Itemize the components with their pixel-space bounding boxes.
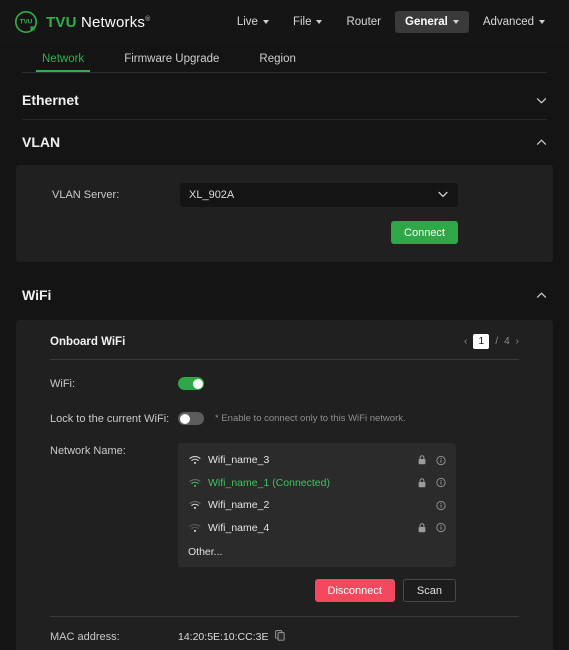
vlan-server-label: VLAN Server: xyxy=(52,189,120,201)
wifi-network-name: Wifi_name_4 xyxy=(208,521,270,534)
wifi-lock-hint: * Enable to connect only to this WiFi ne… xyxy=(215,413,406,424)
wifi-enable-toggle[interactable] xyxy=(178,377,204,390)
network-name-row: Network Name: Wifi_name_3 Wifi_name_1 (C… xyxy=(36,443,533,567)
onboard-wifi-divider xyxy=(50,359,519,360)
chevron-down-icon xyxy=(539,20,545,24)
disconnect-button[interactable]: Disconnect xyxy=(314,579,395,602)
wifi-network-name: Wifi_name_3 xyxy=(208,454,270,467)
wifi-signal-icon xyxy=(188,478,201,488)
chevron-down-icon xyxy=(316,20,323,24)
wifi-lock-row: Lock to the current WiFi: * Enable to co… xyxy=(36,412,533,425)
app-root: TVU TVU Networks® Live File Router Gener… xyxy=(0,0,569,650)
pagination-total-pages: 4 xyxy=(504,336,510,347)
chevron-down-icon xyxy=(437,188,449,203)
brand-name-primary: TVU xyxy=(46,13,77,31)
section-title-wifi: WiFi xyxy=(22,287,52,303)
vlan-server-row: VLAN Server: XL_902A xyxy=(16,183,553,207)
chevron-down-icon[interactable] xyxy=(535,94,547,106)
mac-address-row: MAC address: 14:20:5E:10:CC:3E xyxy=(36,630,533,644)
vlan-server-select[interactable]: XL_902A xyxy=(180,183,458,207)
mac-address-label: MAC address: xyxy=(50,631,120,643)
info-icon[interactable] xyxy=(436,522,446,534)
brand-trademark: ® xyxy=(145,15,151,23)
tab-network-label: Network xyxy=(42,53,85,65)
wifi-lock-label: Lock to the current WiFi: xyxy=(50,412,170,425)
section-title-ethernet: Ethernet xyxy=(22,92,79,108)
pagination-separator: / xyxy=(495,336,499,347)
wifi-network-item[interactable]: Wifi_name_1 (Connected) xyxy=(178,472,456,495)
info-icon[interactable] xyxy=(436,499,446,511)
lock-icon xyxy=(417,454,427,466)
wifi-network-item[interactable]: Wifi_name_4 xyxy=(178,517,456,540)
onboard-wifi-card: Onboard WiFi ‹ 1 / 4 › WiFi: Lock to the… xyxy=(16,320,553,650)
wifi-network-item[interactable]: Wifi_name_3 xyxy=(178,449,456,472)
lock-icon xyxy=(417,522,427,534)
pagination-current-page[interactable]: 1 xyxy=(473,334,490,349)
onboard-wifi-header: Onboard WiFi ‹ 1 / 4 › xyxy=(36,334,533,349)
nav-item-router-label: Router xyxy=(346,16,382,28)
vlan-card: VLAN Server: XL_902A Connect xyxy=(16,165,553,262)
nav-item-general[interactable]: General xyxy=(395,11,469,33)
section-header-wifi[interactable]: WiFi xyxy=(0,276,569,314)
wifi-pagination: ‹ 1 / 4 › xyxy=(464,334,519,349)
brand-logo[interactable]: TVU TVU Networks® xyxy=(14,10,150,34)
wifi-lock-toggle[interactable] xyxy=(178,412,204,425)
brand-name-secondary: Networks xyxy=(80,13,146,31)
wifi-network-name: Wifi_name_1 (Connected) xyxy=(208,476,330,489)
pagination-prev-icon[interactable]: ‹ xyxy=(464,336,467,347)
svg-text:TVU: TVU xyxy=(20,18,33,25)
scan-button[interactable]: Scan xyxy=(402,579,456,602)
wifi-signal-icon xyxy=(188,455,201,465)
wifi-signal-icon xyxy=(188,500,201,510)
mac-address-value: 14:20:5E:10:CC:3E xyxy=(178,631,269,643)
nav-item-live-label: Live xyxy=(236,16,258,28)
nav-item-general-label: General xyxy=(405,16,448,28)
copy-icon[interactable] xyxy=(275,630,286,644)
onboard-wifi-title: Onboard WiFi xyxy=(50,335,126,348)
nav-item-router[interactable]: Router xyxy=(336,11,391,33)
wifi-signal-icon xyxy=(188,523,201,533)
nav-item-advanced-label: Advanced xyxy=(482,16,534,28)
wifi-actions-row: Disconnect Scan xyxy=(36,579,533,602)
section-title-vlan: VLAN xyxy=(22,134,61,150)
lock-icon xyxy=(417,477,427,489)
pagination-next-icon[interactable]: › xyxy=(516,336,519,347)
chevron-down-icon xyxy=(262,20,269,24)
wifi-network-list[interactable]: Wifi_name_3 Wifi_name_1 (Connected) Wifi… xyxy=(178,443,456,567)
info-icon[interactable] xyxy=(436,454,446,466)
nav-item-live[interactable]: Live xyxy=(227,11,279,33)
tab-region[interactable]: Region xyxy=(239,53,315,72)
top-nav-items: Live File Router General Advanced xyxy=(227,11,555,33)
chevron-up-icon[interactable] xyxy=(535,136,547,148)
wifi-network-name: Wifi_name_2 xyxy=(208,499,270,512)
tab-firmware-upgrade[interactable]: Firmware Upgrade xyxy=(104,53,239,72)
wifi-network-other-label: Other... xyxy=(188,545,223,558)
mac-address-value-group: 14:20:5E:10:CC:3E xyxy=(178,630,286,644)
connect-button[interactable]: Connect xyxy=(391,221,458,244)
wifi-enable-label: WiFi: xyxy=(50,377,76,390)
wifi-network-item[interactable]: Wifi_name_2 xyxy=(178,494,456,517)
tab-firmware-upgrade-label: Firmware Upgrade xyxy=(124,53,220,65)
nav-item-file-label: File xyxy=(292,16,312,28)
tab-region-label: Region xyxy=(259,53,296,65)
vlan-server-value: XL_902A xyxy=(189,189,235,201)
top-navigation-bar: TVU TVU Networks® Live File Router Gener… xyxy=(0,0,569,44)
sub-tab-bar: Network Firmware Upgrade Region xyxy=(0,44,569,72)
network-name-label: Network Name: xyxy=(50,445,126,457)
brand-name: TVU Networks® xyxy=(46,14,150,31)
wifi-network-other-item[interactable]: Other... xyxy=(178,539,456,561)
section-divider-ethernet xyxy=(22,119,547,120)
section-header-ethernet[interactable]: Ethernet xyxy=(0,81,569,119)
nav-item-advanced[interactable]: Advanced xyxy=(473,11,555,33)
wifi-enable-row: WiFi: xyxy=(36,377,533,390)
vlan-actions-row: Connect xyxy=(16,221,553,244)
chevron-up-icon[interactable] xyxy=(535,289,547,301)
section-header-vlan[interactable]: VLAN xyxy=(0,123,569,161)
chevron-down-icon xyxy=(452,20,459,24)
nav-item-file[interactable]: File xyxy=(283,11,333,33)
wifi-mac-divider xyxy=(50,616,519,617)
tab-network[interactable]: Network xyxy=(22,53,104,72)
tvu-logo-icon: TVU xyxy=(14,10,38,34)
info-icon[interactable] xyxy=(436,477,446,489)
